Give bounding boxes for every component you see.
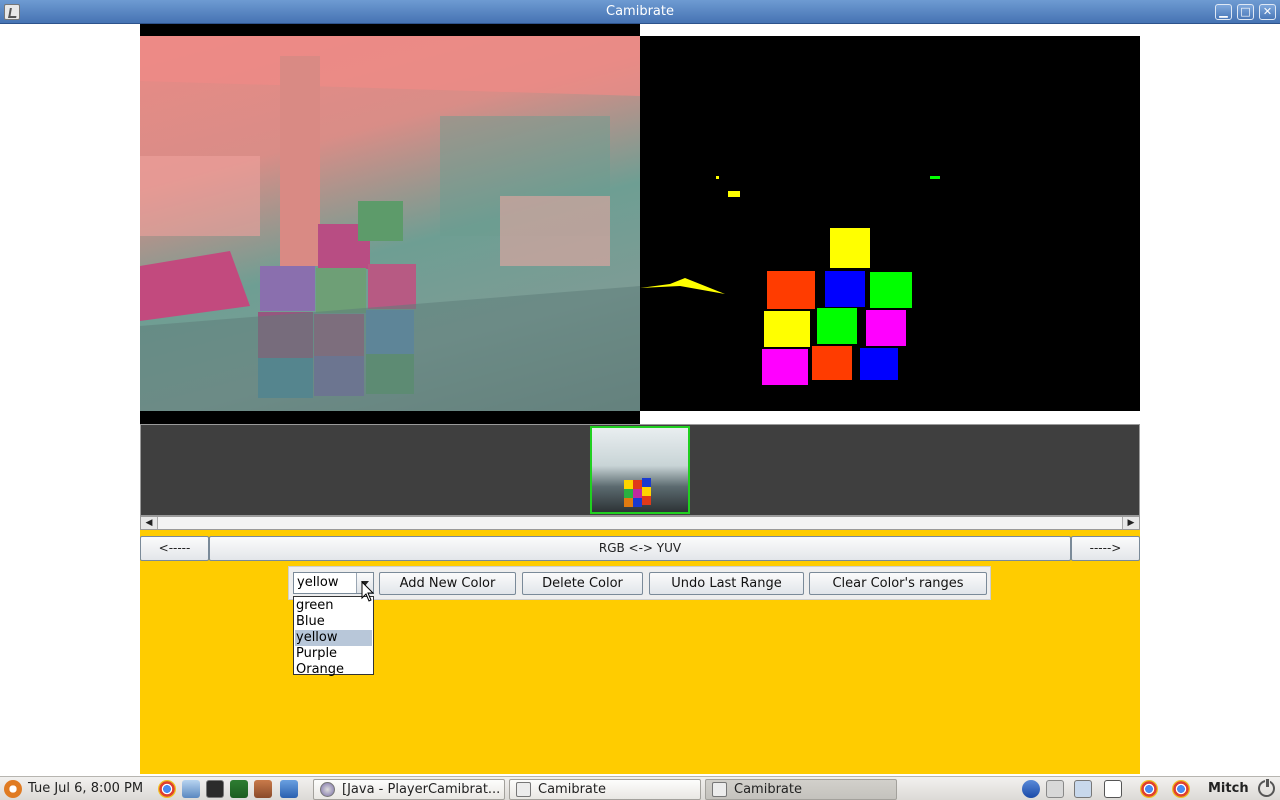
camera-image (140, 36, 640, 411)
scrollbar-track[interactable] (157, 517, 1123, 529)
clear-color-ranges-button[interactable]: Clear Color's ranges (809, 572, 987, 595)
app-icon (712, 782, 727, 797)
window-title: Camibrate (606, 4, 674, 19)
navigation-row: <----- RGB <-> YUV -----> (140, 536, 1140, 561)
chrome-icon[interactable] (158, 780, 176, 798)
minimize-button[interactable]: ▁ (1215, 4, 1232, 20)
add-new-color-button[interactable]: Add New Color (379, 572, 516, 595)
app-panel: ◀ ▶ <----- RGB <-> YUV -----> yellow Add… (140, 24, 1140, 774)
color-controls: yellow Add New Color Delete Color Undo L… (288, 566, 991, 600)
power-icon[interactable] (1258, 779, 1275, 797)
filmstrip-scrollbar[interactable]: ◀ ▶ (140, 516, 1140, 530)
taskbar-item[interactable]: [Java - PlayerCamibrat... (313, 779, 505, 800)
video-panels (140, 24, 1140, 424)
chrome-icon[interactable] (1140, 780, 1158, 798)
window-icon[interactable] (1104, 780, 1122, 798)
bluetooth-icon[interactable] (1022, 780, 1040, 798)
dropdown-option-selected[interactable]: yellow (295, 630, 372, 646)
camera-view[interactable] (140, 24, 640, 424)
dropdown-option[interactable]: Purple (295, 646, 372, 662)
camera-scene (140, 36, 640, 411)
delete-color-button[interactable]: Delete Color (522, 572, 643, 595)
ubuntu-menu-icon[interactable] (4, 780, 22, 798)
title-bar: Camibrate ▁ □ ✕ (0, 0, 1280, 24)
undo-last-range-button[interactable]: Undo Last Range (649, 572, 804, 595)
frame-thumbnail[interactable] (590, 426, 690, 514)
package-icon[interactable] (254, 780, 272, 798)
chrome-icon[interactable] (1172, 780, 1190, 798)
previous-frame-button[interactable]: <----- (140, 536, 209, 561)
files-icon[interactable] (280, 780, 298, 798)
segmentation-view[interactable] (640, 36, 1140, 411)
next-frame-button[interactable]: -----> (1071, 536, 1140, 561)
rgb-yuv-toggle-button[interactable]: RGB <-> YUV (209, 536, 1071, 561)
scroll-right-arrow-icon[interactable]: ▶ (1123, 517, 1139, 529)
monitor-icon[interactable] (230, 780, 248, 798)
frame-filmstrip[interactable] (140, 424, 1140, 516)
terminal-icon[interactable] (206, 780, 224, 798)
clock[interactable]: Tue Jul 6, 8:00 PM (28, 781, 143, 796)
taskbar-item-active[interactable]: Camibrate (705, 779, 897, 800)
user-name[interactable]: Mitch (1208, 781, 1249, 796)
color-select-value: yellow (297, 575, 339, 590)
scroll-left-arrow-icon[interactable]: ◀ (141, 517, 157, 529)
app-icon[interactable] (1074, 780, 1092, 798)
network-icon[interactable] (1046, 780, 1064, 798)
close-button[interactable]: ✕ (1259, 4, 1276, 20)
dropdown-option[interactable]: Blue (295, 614, 372, 630)
maximize-button[interactable]: □ (1237, 4, 1254, 20)
dropdown-option[interactable]: Orange (295, 662, 372, 678)
taskbar-item[interactable]: Camibrate (509, 779, 701, 800)
segmentation-image (640, 176, 940, 385)
taskbar: Tue Jul 6, 8:00 PM [Java - PlayerCamibra… (0, 776, 1280, 800)
color-dropdown-list[interactable]: green Blue yellow Purple Orange (293, 596, 374, 678)
eclipse-icon (320, 782, 335, 797)
app-icon (516, 782, 531, 797)
computer-icon[interactable] (182, 780, 200, 798)
